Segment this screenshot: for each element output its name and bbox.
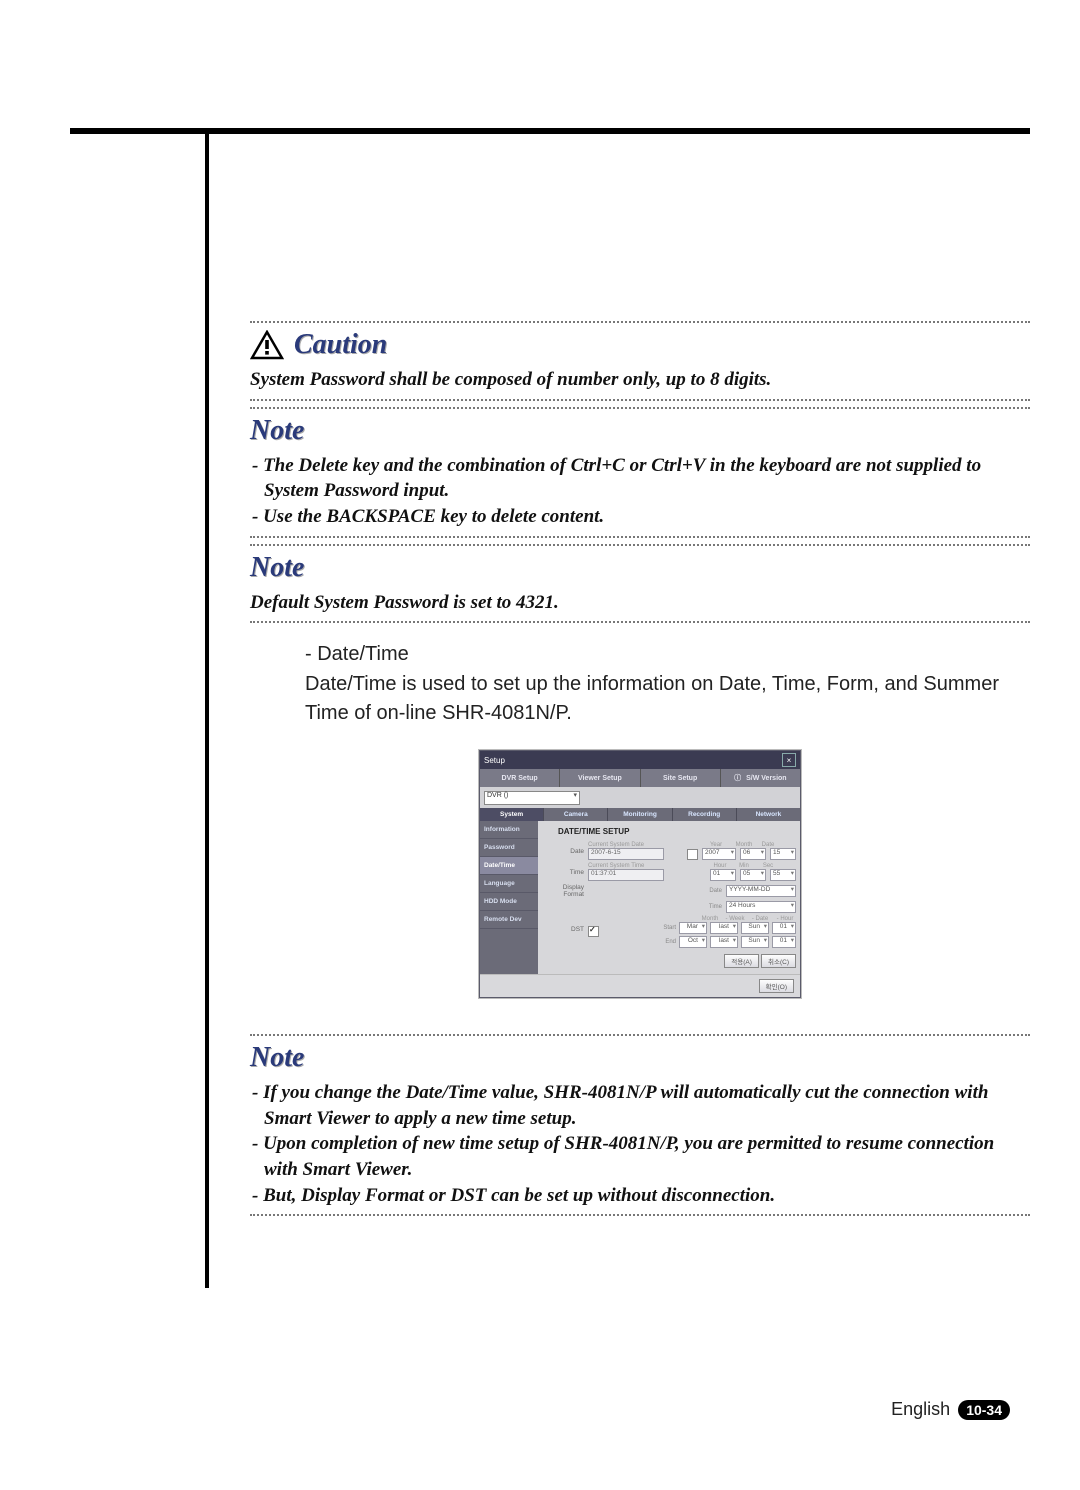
note3-body: - If you change the Date/Time value, SHR… — [250, 1080, 1030, 1208]
divider — [250, 1034, 1030, 1036]
dst-start-week[interactable]: last — [710, 922, 738, 934]
top-rule — [70, 128, 1030, 134]
subtab-system[interactable]: System — [480, 808, 544, 821]
note-label: Note — [250, 415, 304, 447]
tab-viewer-setup[interactable]: Viewer Setup — [560, 769, 640, 787]
close-icon[interactable]: × — [782, 753, 796, 767]
menu-remote-dev[interactable]: Remote Dev — [480, 911, 538, 929]
tab-dvr-setup[interactable]: DVR Setup — [480, 769, 560, 787]
min-select[interactable]: 05 — [740, 869, 766, 881]
month-select[interactable]: 06 — [740, 848, 766, 860]
panel-title: DATE/TIME SETUP — [558, 827, 796, 836]
note3-item: - Upon completion of new time setup of S… — [250, 1131, 1030, 1182]
date-format-select[interactable]: YYYY-MM-DD — [726, 885, 796, 897]
footer-page: 10-34 — [958, 1400, 1010, 1420]
note1-item: - Use the BACKSPACE key to delete conten… — [250, 504, 1030, 530]
side-menu: Information Password Date/Time Language … — [480, 821, 538, 974]
divider — [250, 544, 1030, 546]
setup-title: Setup — [484, 756, 505, 765]
hour-select[interactable]: 01 — [710, 869, 736, 881]
tab-sw-version[interactable]: ⓘ S/W Version — [721, 769, 800, 787]
dst-label: DST — [542, 916, 584, 933]
note3-item: - If you change the Date/Time value, SHR… — [250, 1080, 1030, 1131]
note-label: Note — [250, 1042, 304, 1074]
divider — [250, 1214, 1030, 1216]
divider — [250, 407, 1030, 409]
note-label: Note — [250, 552, 304, 584]
display-format-label: Display Format — [542, 884, 584, 898]
subtab-recording[interactable]: Recording — [673, 808, 737, 821]
section-text: Date/Time is used to set up the informat… — [250, 670, 1030, 728]
ok-button[interactable]: 확인(O) — [759, 979, 794, 993]
page-footer: English 10-34 — [891, 1399, 1010, 1420]
dvr-select[interactable]: DVR () — [484, 791, 580, 805]
content-column: Caution System Password shall be compose… — [250, 315, 1030, 1222]
dst-end-hour[interactable]: 01 — [772, 936, 796, 948]
note2-text: Default System Password is set to 4321. — [250, 590, 1030, 616]
dst-start-day[interactable]: Sun — [741, 922, 769, 934]
section-bullet: - Date/Time — [250, 643, 1030, 666]
dst-enable-check[interactable] — [588, 926, 599, 937]
caution-label: Caution — [294, 329, 387, 361]
year-select[interactable]: 2007 — [702, 848, 736, 860]
cur-date-field: 2007-6-15 — [588, 848, 664, 860]
divider — [250, 321, 1030, 323]
menu-date-time[interactable]: Date/Time — [480, 857, 538, 875]
subtab-camera[interactable]: Camera — [544, 808, 608, 821]
apply-button[interactable]: 적용(A) — [724, 954, 759, 968]
date-enable-check[interactable] — [687, 849, 698, 860]
cancel-button[interactable]: 취소(C) — [761, 954, 796, 968]
dst-end-month[interactable]: Oct — [679, 936, 707, 948]
divider — [250, 399, 1030, 401]
note1-item: - The Delete key and the combination of … — [250, 453, 1030, 504]
main-tabs: DVR Setup Viewer Setup Site Setup ⓘ S/W … — [480, 769, 800, 787]
dst-end-day[interactable]: Sun — [741, 936, 769, 948]
date-label: Date — [542, 848, 584, 855]
tab-site-setup[interactable]: Site Setup — [641, 769, 721, 787]
time-label: Time — [542, 869, 584, 876]
dst-end-week[interactable]: last — [710, 936, 738, 948]
cur-time-field: 01:37:01 — [588, 869, 664, 881]
menu-information[interactable]: Information — [480, 821, 538, 839]
note3-item: - But, Display Format or DST can be set … — [250, 1183, 1030, 1209]
menu-language[interactable]: Language — [480, 875, 538, 893]
time-format-select[interactable]: 24 Hours — [726, 901, 796, 913]
subtab-monitoring[interactable]: Monitoring — [608, 808, 672, 821]
dst-start-month[interactable]: Mar — [679, 922, 707, 934]
caution-icon — [250, 330, 284, 360]
note1-body: - The Delete key and the combination of … — [250, 453, 1030, 530]
cur-date-label: Current System Date — [588, 842, 683, 848]
day-select[interactable]: 15 — [770, 848, 796, 860]
caution-text: System Password shall be composed of num… — [250, 367, 1030, 393]
dst-start-hour[interactable]: 01 — [772, 922, 796, 934]
menu-password[interactable]: Password — [480, 839, 538, 857]
footer-lang: English — [891, 1399, 950, 1420]
sec-select[interactable]: 55 — [770, 869, 796, 881]
divider — [250, 536, 1030, 538]
menu-hdd-mode[interactable]: HDD Mode — [480, 893, 538, 911]
divider — [250, 621, 1030, 623]
side-rule — [205, 128, 209, 1288]
subtab-network[interactable]: Network — [737, 808, 800, 821]
setup-window: Setup × DVR Setup Viewer Setup Site Setu… — [479, 750, 801, 998]
